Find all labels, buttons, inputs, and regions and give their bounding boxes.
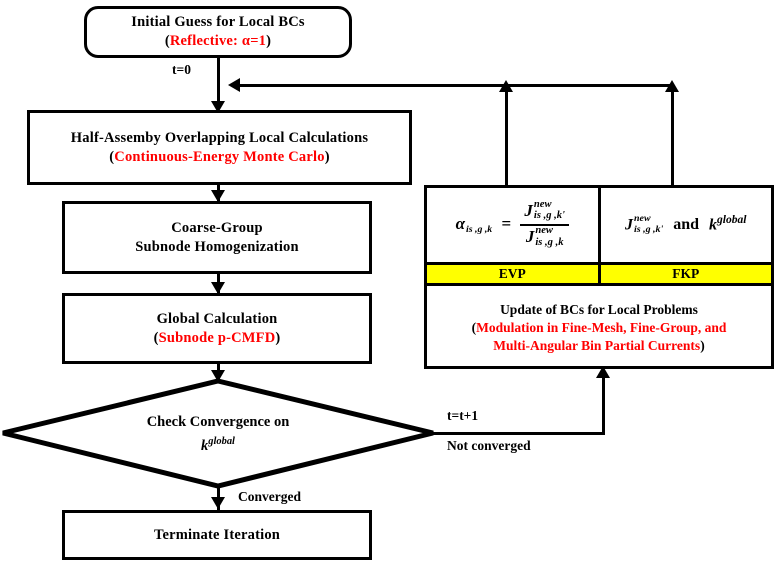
fkp-conjunction: and [673, 216, 700, 234]
numerator-superscript: new [533, 198, 552, 210]
node-decision-line2: kglobal [0, 434, 436, 458]
node-initial-guess-line2: (Reflective: α=1) [165, 32, 271, 51]
connector-fkp-up [671, 86, 674, 186]
node-initial-guess[interactable]: Initial Guess for Local BCs (Reflective:… [84, 6, 352, 58]
node-global-calculation-line1: Global Calculation [156, 310, 278, 327]
update-bcs-line3: Multi-Angular Bin Partial Currents) [493, 337, 704, 355]
panel-evp-fkp-update[interactable]: α is ,g ,k = Jnew is ,g ,k' Jnew is ,g ,k … [424, 185, 774, 369]
decision-k-superscript: global [208, 435, 235, 447]
alpha-base: α [455, 213, 465, 233]
update-bcs-line1: Update of BCs for Local Problems [500, 301, 698, 317]
fraction-numerator: Jnew is ,g ,k' [520, 198, 569, 224]
formula-row: α is ,g ,k = Jnew is ,g ,k' Jnew is ,g ,k … [427, 188, 771, 262]
evp-formula-cell: α is ,g ,k = Jnew is ,g ,k' Jnew is ,g ,k [427, 188, 601, 262]
update-bcs-cell: Update of BCs for Local Problems (Modula… [427, 286, 771, 370]
numerator-J: J [524, 200, 533, 220]
flowchart-canvas: t=0 Converged t=t+1 Not converged Initia… [0, 0, 778, 566]
fkp-k-base: k [709, 216, 718, 234]
node-decision-label: Check Convergence on kglobal [0, 412, 436, 457]
node-global-calculation-line2-red: Subnode p-CMFD [158, 329, 276, 346]
tag-evp: EVP [427, 265, 601, 283]
node-initial-guess-line2-red: Reflective: α=1 [169, 33, 267, 49]
node-homogenization-line2: Subnode Homogenization [135, 238, 299, 255]
update-bcs-line2: (Modulation in Fine-Mesh, Fine-Group, an… [472, 319, 727, 337]
node-terminate-line1: Terminate Iteration [153, 526, 281, 543]
denominator-superscript: new [535, 225, 553, 237]
numerator-subscript: is ,g ,k' [533, 210, 565, 222]
node-local-calculations-line1: Half-Assemby Overlapping Local Calculati… [70, 129, 369, 146]
edge-label-converged: Converged [238, 489, 301, 504]
node-terminate-iteration[interactable]: Terminate Iteration [62, 510, 372, 560]
node-homogenization-line1: Coarse-Group [171, 219, 263, 236]
paren-close: ) [324, 148, 330, 165]
connector-evp-up [505, 86, 508, 186]
edge-label-not-converged: Not converged [447, 438, 531, 453]
node-local-calculations-line2: (Continuous-Energy Monte Carlo) [109, 148, 329, 167]
paren-close: ) [700, 338, 705, 354]
fraction-denominator: Jnew is ,g ,k [520, 224, 569, 249]
connector-decision-right [433, 432, 605, 435]
fraction: Jnew is ,g ,k' Jnew is ,g ,k [520, 198, 569, 249]
fkp-formula-cell: Jnew is ,g ,k' and kglobal [601, 188, 772, 262]
tag-row: EVP FKP [427, 262, 771, 286]
node-local-calculations[interactable]: Half-Assemby Overlapping Local Calculati… [27, 110, 412, 185]
arrowhead-feedback-into-local [228, 78, 240, 92]
alpha-subscript: is ,g ,k [465, 223, 493, 235]
fkp-k-superscript: global [717, 213, 747, 226]
denominator-subscript: is ,g ,k [535, 236, 564, 248]
fkp-formula: Jnew is ,g ,k' and kglobal [625, 214, 746, 236]
edge-label-t-increment: t=t+1 [447, 408, 479, 423]
denominator-J: J [525, 227, 535, 246]
node-initial-guess-line1: Initial Guess for Local BCs [131, 14, 305, 31]
update-bcs-line3-red: Multi-Angular Bin Partial Currents [493, 338, 701, 354]
edge-label-t0: t=0 [172, 62, 191, 77]
connector-feedback-bus [233, 84, 674, 87]
tag-fkp: FKP [600, 265, 771, 283]
node-decision-line1: Check Convergence on [146, 414, 290, 430]
arrowhead-decision-to-terminate [211, 497, 225, 509]
paren-close: ) [275, 329, 281, 346]
fkp-J-superscript: new [634, 213, 651, 225]
evp-formula: α is ,g ,k = Jnew is ,g ,k' Jnew is ,g ,k [455, 198, 569, 249]
update-bcs-line2-red: Modulation in Fine-Mesh, Fine-Group, and [476, 319, 727, 335]
fkp-J-subscript: is ,g ,k' [634, 224, 664, 236]
connector-up-to-update [602, 378, 605, 434]
fkp-J: J [625, 216, 634, 234]
paren-close: ) [266, 33, 272, 49]
node-global-calculation[interactable]: Global Calculation (Subnode p-CMFD) [62, 293, 372, 364]
node-homogenization[interactable]: Coarse-Group Subnode Homogenization [62, 201, 372, 274]
equals-sign: = [501, 213, 512, 233]
node-local-calculations-line2-red: Continuous-Energy Monte Carlo [114, 148, 325, 165]
node-global-calculation-line2: (Subnode p-CMFD) [154, 329, 281, 348]
